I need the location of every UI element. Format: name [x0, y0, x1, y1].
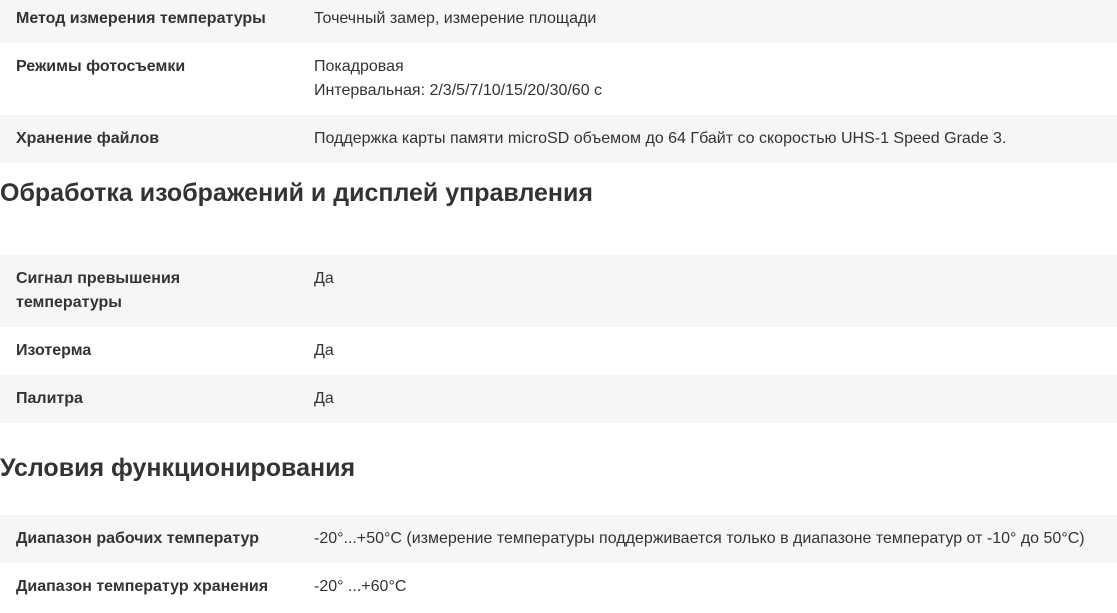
spec-label: Хранение файлов	[16, 130, 160, 147]
spec-row: Режимы фотосъемки Покадровая Интервальна…	[0, 43, 1117, 115]
spec-label: Диапазон температур хранения	[16, 578, 269, 595]
spec-value-line: Покадровая	[314, 58, 404, 75]
spec-row: Диапазон рабочих температур -20°...+50°C…	[0, 515, 1117, 563]
spec-row: Хранение файлов Поддержка карты памяти m…	[0, 115, 1117, 163]
spec-row: Сигнал превышения температуры Да	[0, 255, 1117, 327]
spec-row: Диапазон температур хранения -20° ...+60…	[0, 563, 1117, 613]
spec-value-line: Да	[314, 342, 334, 359]
section-title: Условия функционирования	[0, 454, 356, 482]
spec-value: -20° ...+60°C	[314, 575, 1117, 599]
spec-value-line: Поддержка карты памяти microSD объемом д…	[314, 130, 1007, 147]
spec-value: Поддержка карты памяти microSD объемом д…	[314, 127, 1117, 151]
section-header-wrap: Условия функционирования	[0, 423, 1117, 515]
spec-label: Режимы фотосъемки	[16, 58, 186, 75]
spec-value-line: Да	[314, 270, 334, 287]
spec-table-general: Метод измерения температуры Точечный зам…	[0, 0, 1117, 163]
spec-value: Да	[314, 387, 1117, 411]
spec-label: Диапазон рабочих температур	[16, 530, 260, 547]
section-title: Обработка изображений и дисплей управлен…	[0, 179, 593, 207]
spec-table-operating-conditions: Диапазон рабочих температур -20°...+50°C…	[0, 515, 1117, 613]
spec-value: Да	[314, 267, 1117, 291]
spec-value-line: -20°...+50°C (измерение температуры подд…	[314, 530, 1085, 547]
spec-value-line: -20° ...+60°C	[314, 578, 407, 595]
spec-label: Палитра	[16, 390, 83, 407]
spec-row: Палитра Да	[0, 375, 1117, 423]
spec-value: Покадровая Интервальная: 2/3/5/7/10/15/2…	[314, 55, 1117, 103]
section-header-wrap: Обработка изображений и дисплей управлен…	[0, 163, 1117, 255]
spec-table-image-processing: Сигнал превышения температуры Да Изотерм…	[0, 255, 1117, 423]
spec-value: Да	[314, 339, 1117, 363]
spec-value: Точечный замер, измерение площади	[314, 7, 1117, 31]
spec-row: Метод измерения температуры Точечный зам…	[0, 0, 1117, 43]
spec-value-line: Точечный замер, измерение площади	[314, 10, 597, 27]
spec-label: Метод измерения температуры	[16, 10, 266, 27]
spec-label: Изотерма	[16, 342, 92, 359]
spec-value-line: Интервальная: 2/3/5/7/10/15/20/30/60 с	[314, 82, 603, 99]
spec-value-line: Да	[314, 390, 334, 407]
spec-row: Изотерма Да	[0, 327, 1117, 375]
spec-page: Метод измерения температуры Точечный зам…	[0, 0, 1117, 613]
spec-value: -20°...+50°C (измерение температуры подд…	[314, 527, 1117, 551]
spec-label: Сигнал превышения температуры	[16, 270, 181, 311]
